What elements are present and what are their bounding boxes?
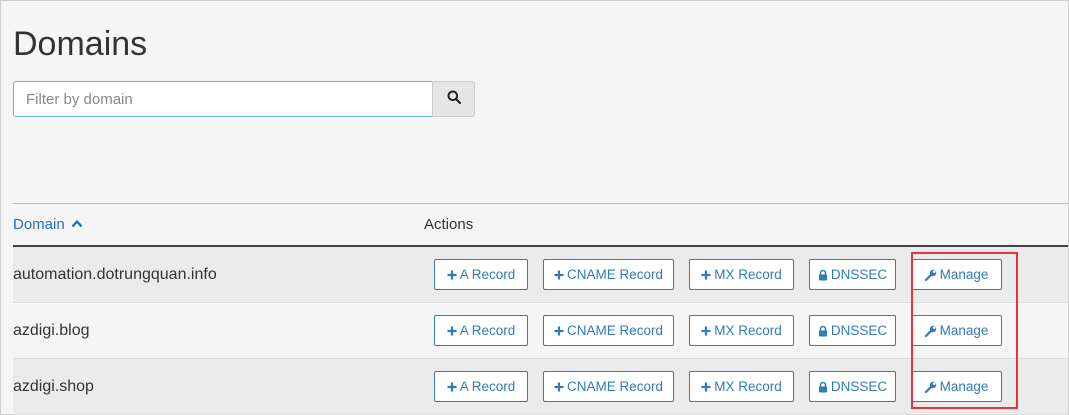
dnssec-button[interactable]: DNSSEC (809, 371, 896, 402)
dnssec-label: DNSSEC (830, 267, 888, 282)
plus-icon (447, 270, 457, 280)
plus-icon (554, 382, 564, 392)
add-cname-record-button[interactable]: CNAME Record (543, 259, 674, 290)
mx-record-label: MX Record (714, 267, 782, 282)
cname-record-label: CNAME Record (566, 379, 664, 394)
plus-icon (701, 382, 711, 392)
lock-icon (818, 381, 828, 393)
domain-column-label: Domain (13, 216, 65, 233)
mx-record-label: MX Record (714, 323, 782, 338)
search-icon (447, 90, 461, 109)
manage-button[interactable]: Manage (911, 371, 1002, 402)
wrench-icon (924, 269, 937, 281)
plus-icon (701, 270, 711, 280)
page-frame: Domains Domain (0, 0, 1069, 415)
chevron-up-icon (69, 216, 83, 233)
lock-icon (818, 325, 828, 337)
domains-table: Domain Actions automation.dotrungquan.in… (13, 203, 1068, 415)
row-actions: A Record CNAME Record MX Record DNSSEC M… (424, 246, 1068, 303)
a-record-label: A Record (459, 379, 516, 394)
domain-name: automation.dotrungquan.info (13, 246, 424, 303)
dnssec-label: DNSSEC (830, 323, 888, 338)
add-a-record-button[interactable]: A Record (434, 371, 528, 402)
a-record-label: A Record (459, 323, 516, 338)
dnssec-button[interactable]: DNSSEC (809, 315, 896, 346)
dnssec-button[interactable]: DNSSEC (809, 259, 896, 290)
manage-button[interactable]: Manage (911, 315, 1002, 346)
manage-label: Manage (939, 323, 989, 338)
a-record-label: A Record (459, 267, 516, 282)
domain-name: azdigi.shop (13, 358, 424, 415)
manage-button[interactable]: Manage (911, 259, 1002, 290)
add-mx-record-button[interactable]: MX Record (689, 259, 794, 290)
actions-column-header: Actions (424, 216, 474, 233)
mx-record-label: MX Record (714, 379, 782, 394)
manage-label: Manage (939, 379, 989, 394)
row-actions: A Record CNAME Record MX Record DNSSEC M… (424, 302, 1068, 359)
table-row: azdigi.blog A Record CNAME Record MX Rec… (13, 302, 1068, 359)
table-row: azdigi.shop A Record CNAME Record MX Rec… (13, 358, 1068, 415)
table-row: automation.dotrungquan.info A Record CNA… (13, 246, 1068, 303)
plus-icon (447, 326, 457, 336)
domain-column-header[interactable]: Domain (13, 204, 424, 247)
search-input[interactable] (13, 81, 432, 117)
table-header-row: Domain Actions (13, 203, 1068, 247)
row-actions: A Record CNAME Record MX Record DNSSEC M… (424, 358, 1068, 415)
cname-record-label: CNAME Record (566, 267, 664, 282)
add-a-record-button[interactable]: A Record (434, 315, 528, 346)
manage-label: Manage (939, 267, 989, 282)
domain-name: azdigi.blog (13, 302, 424, 359)
add-cname-record-button[interactable]: CNAME Record (543, 315, 674, 346)
plus-icon (554, 270, 564, 280)
add-mx-record-button[interactable]: MX Record (689, 371, 794, 402)
add-mx-record-button[interactable]: MX Record (689, 315, 794, 346)
wrench-icon (924, 325, 937, 337)
sort-by-domain[interactable]: Domain (13, 216, 83, 233)
domain-filter (13, 81, 475, 117)
plus-icon (447, 382, 457, 392)
add-cname-record-button[interactable]: CNAME Record (543, 371, 674, 402)
plus-icon (554, 326, 564, 336)
cname-record-label: CNAME Record (566, 323, 664, 338)
wrench-icon (924, 381, 937, 393)
page-title: Domains (13, 25, 148, 63)
dnssec-label: DNSSEC (830, 379, 888, 394)
lock-icon (818, 269, 828, 281)
plus-icon (701, 326, 711, 336)
search-button[interactable] (432, 81, 475, 117)
add-a-record-button[interactable]: A Record (434, 259, 528, 290)
